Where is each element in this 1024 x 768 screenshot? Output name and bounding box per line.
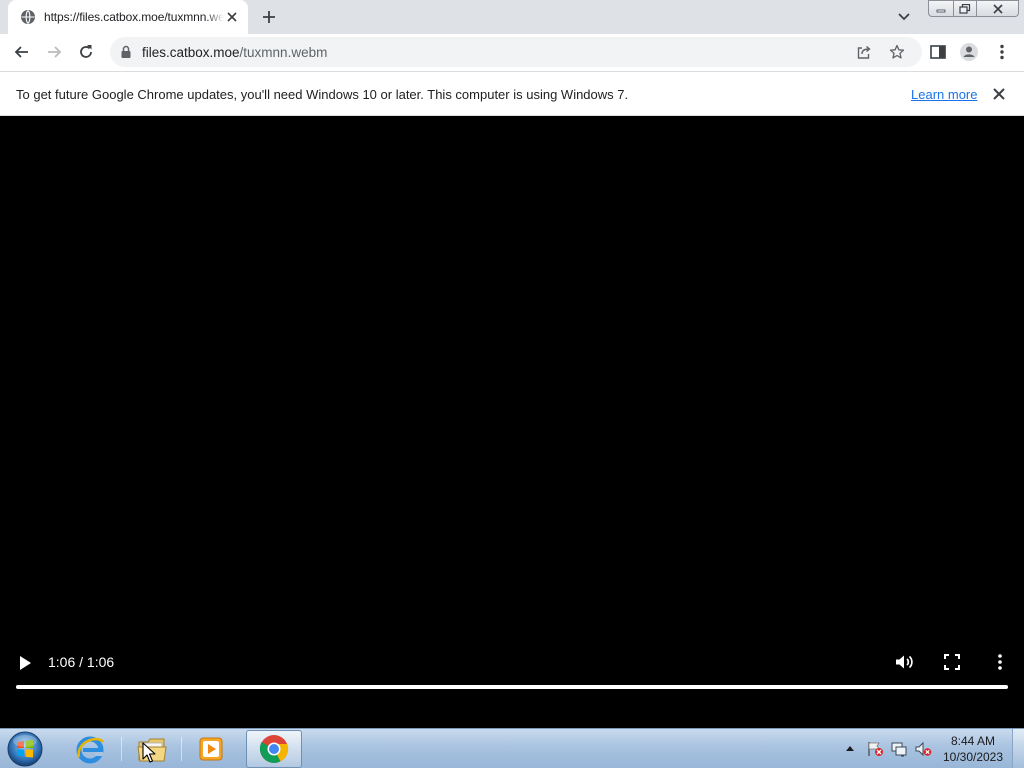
- internet-explorer-icon: [76, 736, 105, 764]
- address-bar[interactable]: files.catbox.moe/tuxmnn.webm: [110, 37, 922, 67]
- tab-title: https://files.catbox.moe/tuxmnn.webm: [44, 10, 224, 24]
- infobar-close-icon[interactable]: [992, 87, 1006, 101]
- infobar-message: To get future Google Chrome updates, you…: [16, 87, 629, 102]
- reload-icon[interactable]: [76, 42, 96, 62]
- chrome-icon: [259, 735, 289, 763]
- new-tab-plus-icon[interactable]: [261, 9, 277, 25]
- seek-bar-progress: [16, 685, 1008, 689]
- url-text: files.catbox.moe/tuxmnn.webm: [142, 45, 327, 60]
- tab-search-chevron-down-icon[interactable]: [896, 10, 912, 24]
- fullscreen-icon[interactable]: [943, 653, 961, 671]
- minimize-button[interactable]: [928, 0, 954, 17]
- volume-muted-icon[interactable]: [914, 741, 932, 757]
- action-center-flag-icon[interactable]: [866, 741, 884, 757]
- taskbar-separator: [121, 737, 122, 761]
- play-icon[interactable]: [16, 654, 34, 672]
- kebab-menu-icon[interactable]: [992, 42, 1012, 62]
- close-icon: [992, 3, 1003, 14]
- minimize-icon: [936, 9, 946, 12]
- video-player[interactable]: 1:06 / 1:06: [0, 116, 1024, 728]
- clock-date: 10/30/2023: [942, 750, 1004, 764]
- seek-bar[interactable]: [16, 685, 1008, 689]
- internet-explorer-taskbar-button[interactable]: [62, 730, 118, 768]
- window-controls: [928, 0, 1020, 18]
- mouse-cursor-icon: [142, 742, 156, 763]
- side-panel-icon[interactable]: [928, 42, 948, 62]
- system-clock[interactable]: 8:44 AM 10/30/2023: [940, 733, 1006, 765]
- star-icon[interactable]: [889, 44, 905, 60]
- back-arrow-icon[interactable]: [12, 42, 32, 62]
- google-chrome-taskbar-button[interactable]: [246, 730, 302, 768]
- taskbar-separator: [181, 737, 182, 761]
- restore-button[interactable]: [953, 0, 977, 17]
- clock-time: 8:44 AM: [950, 734, 996, 748]
- share-icon[interactable]: [856, 44, 872, 60]
- learn-more-link[interactable]: Learn more: [911, 87, 977, 102]
- globe-icon: [21, 10, 35, 24]
- forward-arrow-icon[interactable]: [44, 42, 64, 62]
- profile-icon[interactable]: [959, 42, 979, 62]
- network-icon[interactable]: [890, 741, 908, 757]
- start-orb-icon[interactable]: [5, 730, 45, 768]
- time-display: 1:06 / 1:06: [48, 654, 115, 670]
- close-window-button[interactable]: [976, 0, 1019, 17]
- restore-icon: [959, 3, 971, 14]
- volume-icon[interactable]: [894, 652, 914, 672]
- tab-close-icon[interactable]: [224, 9, 240, 25]
- tab-strip: https://files.catbox.moe/tuxmnn.webm: [0, 0, 1024, 34]
- url-host: files.catbox.moe: [142, 45, 240, 60]
- show-hidden-icons-icon[interactable]: [845, 744, 855, 752]
- browser-toolbar: files.catbox.moe/tuxmnn.webm: [0, 34, 1024, 71]
- media-player-taskbar-button[interactable]: [183, 730, 239, 768]
- more-options-icon[interactable]: [991, 653, 1009, 671]
- url-path: /tuxmnn.webm: [239, 45, 328, 60]
- browser-tab[interactable]: https://files.catbox.moe/tuxmnn.webm: [8, 0, 248, 34]
- update-infobar: To get future Google Chrome updates, you…: [0, 71, 1024, 116]
- media-player-icon: [199, 737, 223, 761]
- show-desktop-button[interactable]: [1012, 729, 1024, 768]
- lock-icon[interactable]: [120, 45, 132, 59]
